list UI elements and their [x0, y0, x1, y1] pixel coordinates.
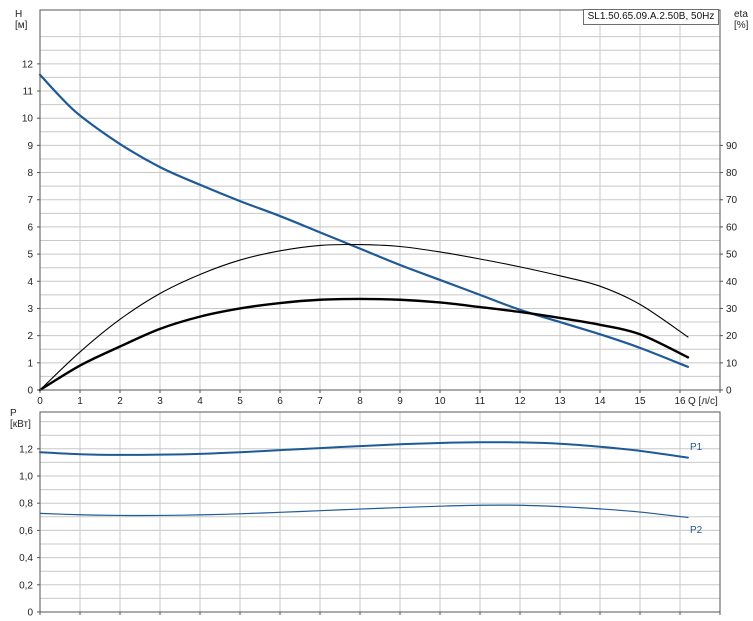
x-tick-label: 3 — [157, 396, 163, 407]
y-tick-label: 6 — [27, 222, 33, 233]
y-tick-label: 10 — [22, 114, 34, 125]
x-tick-label: 7 — [317, 396, 323, 407]
y-tick-label: 2 — [27, 331, 33, 342]
x-tick-label: 1 — [77, 396, 83, 407]
x-tick-label: 16 — [674, 396, 686, 407]
y-tick-label: 9 — [27, 141, 33, 152]
x-tick-label: 2 — [117, 396, 123, 407]
y-tick-label: 7 — [27, 195, 33, 206]
x-tick-label: 10 — [434, 396, 446, 407]
x-tick-label: 11 — [475, 396, 486, 407]
y-right-tick-label: 60 — [726, 222, 738, 233]
y-tick-label: 5 — [27, 250, 33, 261]
x-tick-label: 15 — [634, 396, 646, 407]
axis-label-line: H — [15, 9, 22, 20]
axis-label-line: eta — [734, 9, 748, 20]
y-tick-label: 12 — [22, 59, 34, 70]
x-tick-label: 5 — [237, 396, 243, 407]
y-tick-label: 1,2 — [19, 444, 33, 455]
y-tick-label: 4 — [27, 277, 33, 288]
y-tick-label: 0 — [27, 386, 33, 397]
y-right-tick-label: 90 — [726, 141, 738, 152]
y-tick-label: 0,6 — [19, 526, 33, 537]
y-right-tick-label: 50 — [726, 250, 738, 261]
axis-label-line: [кВт] — [10, 419, 31, 430]
axis-label-line: [м] — [15, 20, 28, 31]
y-tick-label: 11 — [23, 87, 34, 98]
x-tick-label: 13 — [554, 396, 566, 407]
y-right-tick-label: 30 — [726, 304, 738, 315]
chart-title: SL1.50.65.09.A.2.50B, 50Hz — [583, 9, 719, 25]
axis-label-line: [%] — [734, 20, 749, 31]
y-right-tick-label: 70 — [726, 195, 738, 206]
y-axis-label-right-eta: eta [%] — [734, 9, 749, 31]
x-tick-label: 12 — [514, 396, 526, 407]
y-tick-label: 0,8 — [19, 499, 33, 510]
y-tick-label: 0 — [27, 608, 33, 619]
y-tick-label: 8 — [27, 168, 33, 179]
axis-label-line: P — [10, 408, 17, 419]
x-tick-label: 9 — [397, 396, 403, 407]
y-right-tick-label: 0 — [726, 386, 732, 397]
x-tick-label: 8 — [357, 396, 363, 407]
y-right-tick-label: 20 — [726, 331, 738, 342]
y-right-tick-label: 80 — [726, 168, 738, 179]
x-tick-label: 6 — [277, 396, 283, 407]
x-axis-label-flow: Q [л/с] — [688, 396, 718, 407]
y-tick-label: 1,0 — [19, 472, 33, 483]
series-label-p1: P1 — [690, 442, 703, 453]
y-tick-label: 0,2 — [19, 580, 33, 591]
y-right-tick-label: 40 — [726, 277, 738, 288]
y-right-tick-label: 10 — [726, 358, 738, 369]
x-tick-label: 0 — [37, 396, 43, 407]
series-label-p2: P2 — [690, 525, 703, 536]
pump-performance-chart: 0 1 2 3 4 5 6 7 8 9 10 11 12 13 14 15 160123456789101112… — [0, 0, 753, 621]
y-tick-label: 1 — [27, 358, 33, 369]
x-tick-label: 4 — [197, 396, 203, 407]
y-tick-label: 0,4 — [19, 553, 33, 564]
x-tick-label: 14 — [594, 396, 606, 407]
y-tick-label: 3 — [27, 304, 33, 315]
